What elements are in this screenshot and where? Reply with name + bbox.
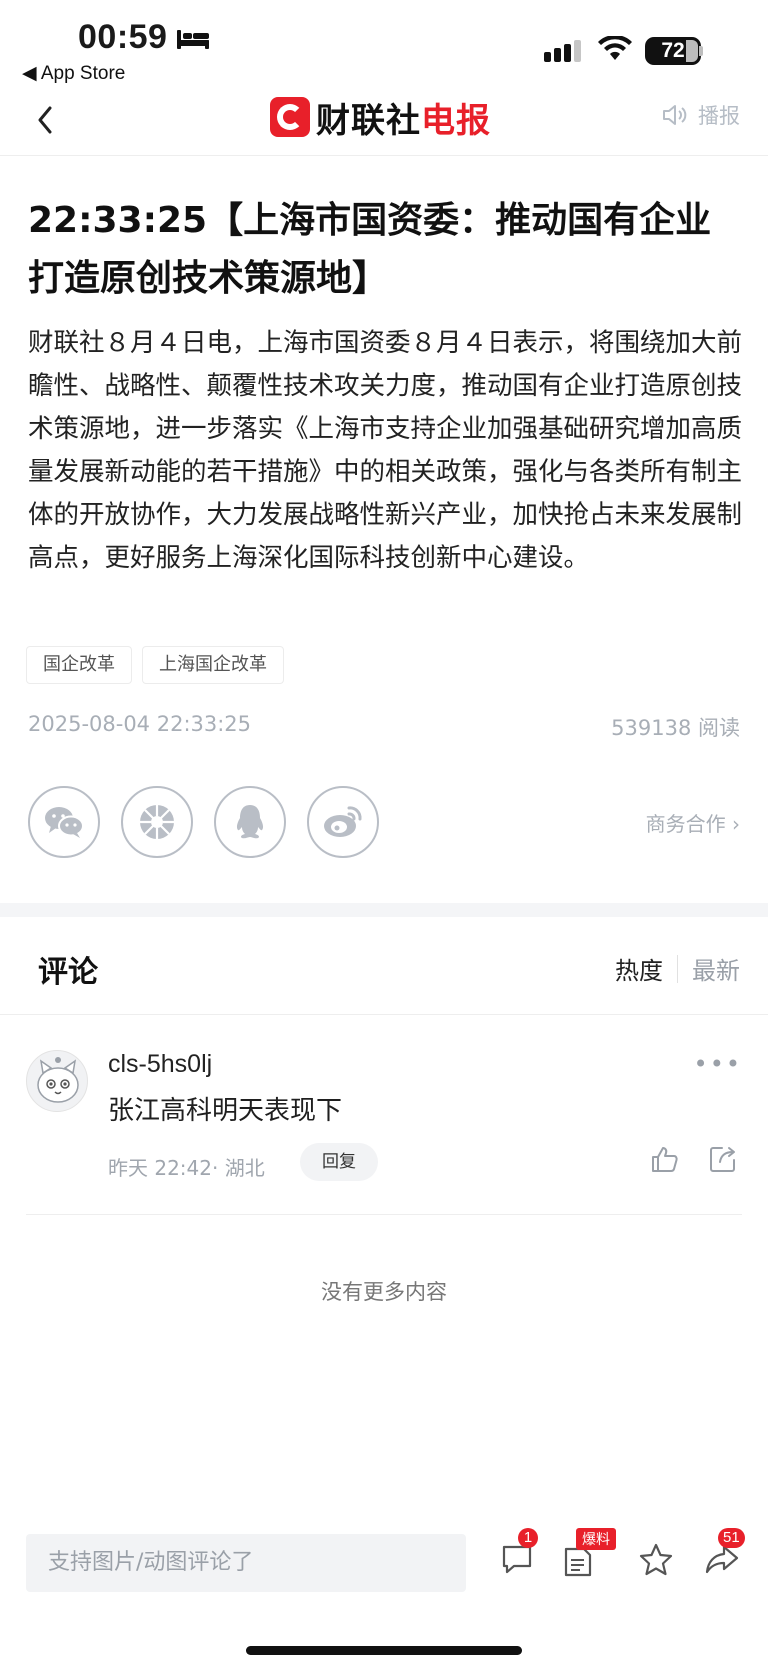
wechat-icon [45, 807, 84, 838]
weibo-share-button[interactable] [307, 786, 379, 858]
speaker-icon [663, 105, 687, 125]
star-favorite-icon[interactable] [638, 1542, 674, 1578]
wifi-icon [598, 36, 632, 60]
comments-header: 评论 热度 最新 [0, 917, 768, 1015]
avatar[interactable] [26, 1050, 88, 1112]
no-more-content: 没有更多内容 [321, 1280, 447, 1304]
status-time: 00:59 [78, 18, 168, 56]
read-count: 539138 阅读 [611, 716, 740, 740]
battery-cap [699, 46, 703, 56]
brand-logo: 财联社 电报 [270, 94, 491, 141]
cls-logo-icon [270, 97, 310, 137]
reply-button[interactable]: 回复 [300, 1143, 378, 1181]
home-indicator [246, 1646, 522, 1655]
sort-hot-tab[interactable]: 热度 [615, 951, 663, 986]
cellular-signal-icon [544, 40, 581, 62]
comment-item: cls-5hs0lj ••• 张江高科明天表现下 昨天 22:42· 湖北 回复 [26, 1040, 742, 1215]
brand-telegraph: 电报 [421, 100, 491, 141]
comment-count-badge: 1 [518, 1528, 538, 1548]
comment-username[interactable]: cls-5hs0lj [108, 1050, 212, 1079]
back-to-app-store[interactable]: ◀ App Store [22, 62, 125, 85]
moments-share-button[interactable] [121, 786, 193, 858]
tag-item[interactable]: 国企改革 [26, 646, 132, 684]
qq-share-button[interactable] [214, 786, 286, 858]
more-options-icon[interactable]: ••• [694, 1050, 742, 1078]
comment-sort: 热度 最新 [615, 951, 740, 986]
comment-input[interactable]: 支持图片/动图评论了 [26, 1534, 466, 1592]
sort-divider [677, 954, 678, 983]
nav-bar: 财联社 电报 播报 [0, 88, 768, 156]
wechat-share-button[interactable] [28, 786, 100, 858]
publish-datetime: 2025-08-04 22:33:25 [28, 712, 252, 736]
share-count-badge: 51 [718, 1528, 745, 1548]
sleep-focus-icon [177, 30, 209, 49]
broadcast-label: 播报 [698, 104, 740, 128]
comments-title: 评论 [38, 955, 98, 990]
weibo-icon [324, 806, 362, 837]
status-bar: 00:59 ◀ App Store 72 [0, 0, 768, 88]
article-meta: 2025-08-04 22:33:25 539138 阅读 [28, 712, 740, 742]
back-arrow-icon[interactable] [30, 100, 64, 140]
share-comment-icon[interactable] [708, 1144, 738, 1174]
share-row: 商务合作 › [28, 786, 740, 858]
brand-name: 财联社 [316, 100, 421, 141]
tag-list: 国企改革 上海国企改革 [26, 646, 284, 684]
broadcast-button[interactable]: 播报 [662, 100, 740, 130]
thumbs-up-icon[interactable] [650, 1144, 680, 1174]
comment-meta: 昨天 22:42· 湖北 [108, 1156, 265, 1180]
article-body: 财联社８月４日电，上海市国资委８月４日表示，将围绕加大前瞻性、战略性、颠覆性技术… [28, 328, 743, 573]
qq-icon [236, 805, 264, 839]
bottom-bar: 支持图片/动图评论了 1 爆料 51 [0, 1520, 768, 1665]
news-tip-icon[interactable] [562, 1546, 594, 1578]
section-divider [0, 903, 768, 917]
business-cooperation-link[interactable]: 商务合作 › [646, 808, 740, 837]
comment-text: 张江高科明天表现下 [108, 1096, 343, 1126]
sort-newest-tab[interactable]: 最新 [692, 951, 740, 986]
moments-icon [140, 805, 174, 839]
article-headline: 22:33:25【上海市国资委：推动国有企业打造原创技术策源地】 [28, 200, 712, 299]
baoliao-badge: 爆料 [576, 1528, 616, 1550]
tag-item[interactable]: 上海国企改革 [142, 646, 284, 684]
battery-empty-portion [686, 40, 698, 62]
cat-avatar-icon [37, 1057, 79, 1103]
